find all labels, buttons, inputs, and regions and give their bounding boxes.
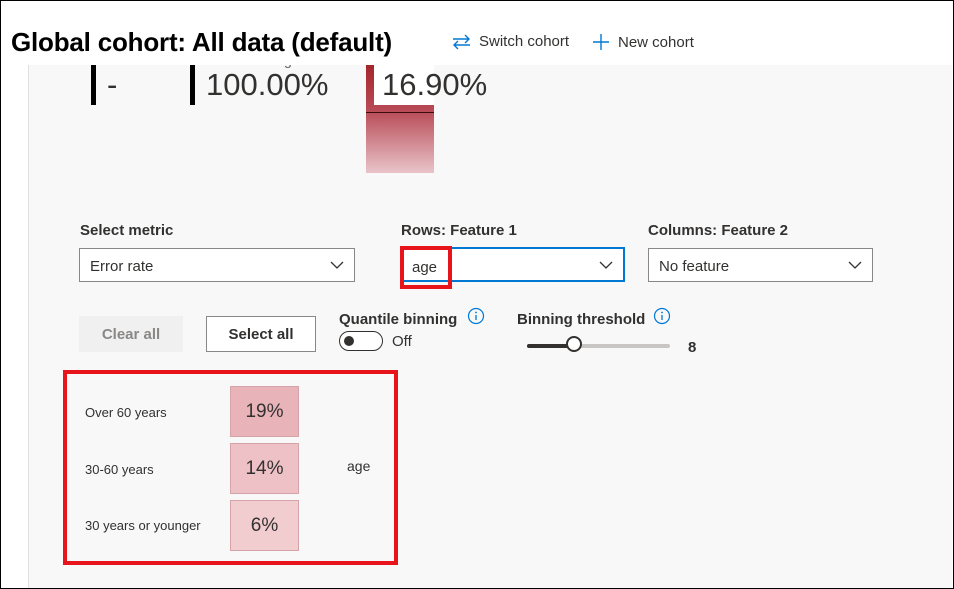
- error-rate-swatch-line: [366, 112, 434, 113]
- switch-icon: [453, 34, 470, 49]
- heatmap-cell[interactable]: 14%: [230, 443, 299, 494]
- new-cohort-button[interactable]: New cohort: [592, 33, 694, 51]
- binning-threshold-value: 8: [688, 339, 697, 356]
- clear-all-button[interactable]: Clear all: [79, 316, 183, 352]
- chevron-down-icon: [330, 261, 344, 269]
- info-icon[interactable]: [467, 307, 485, 325]
- page-title: Global cohort: All data (default): [11, 27, 392, 57]
- quantile-binning-label: Quantile binning: [339, 311, 458, 328]
- switch-cohort-label: Switch cohort: [479, 33, 570, 50]
- select-metric-value: Error rate: [90, 258, 154, 275]
- select-metric-dropdown[interactable]: Error rate: [79, 248, 355, 282]
- heatmap-axis-label: age: [347, 458, 371, 474]
- new-cohort-label: New cohort: [618, 33, 694, 51]
- rows-feature-label: Rows: Feature 1: [401, 222, 517, 239]
- error-coverage-value: 100.00%: [206, 67, 329, 102]
- columns-feature-dropdown[interactable]: No feature: [648, 248, 873, 282]
- plus-icon: [593, 34, 609, 50]
- heatmap-row-label: 30-60 years: [85, 462, 154, 477]
- page-header: Global cohort: All data (default) Switch…: [1, 1, 953, 65]
- heatmap-row-label: 30 years or younger: [85, 518, 201, 533]
- select-metric-label: Select metric: [80, 222, 174, 239]
- heatmap-cell[interactable]: 6%: [230, 500, 299, 551]
- heatmap-cell[interactable]: 19%: [230, 386, 299, 437]
- quantile-binning-toggle[interactable]: [339, 331, 383, 351]
- columns-feature-value: No feature: [659, 258, 730, 275]
- binning-threshold-label: Binning threshold: [517, 311, 646, 328]
- quantile-binning-state: Off: [392, 333, 412, 350]
- cells-metric-value: -: [107, 67, 118, 102]
- heatmap-row-label: Over 60 years: [85, 405, 167, 420]
- info-icon[interactable]: [653, 307, 671, 325]
- chevron-down-icon: [848, 261, 862, 269]
- columns-feature-label: Columns: Feature 2: [648, 222, 789, 239]
- toggle-knob: [344, 336, 354, 346]
- switch-cohort-button[interactable]: Switch cohort: [452, 33, 569, 50]
- select-all-button[interactable]: Select all: [206, 316, 316, 352]
- error-rate-value: 16.90%: [382, 67, 488, 102]
- rows-value-highlight: [400, 246, 452, 289]
- panel-divider: [28, 40, 29, 588]
- chevron-down-icon: [599, 261, 613, 269]
